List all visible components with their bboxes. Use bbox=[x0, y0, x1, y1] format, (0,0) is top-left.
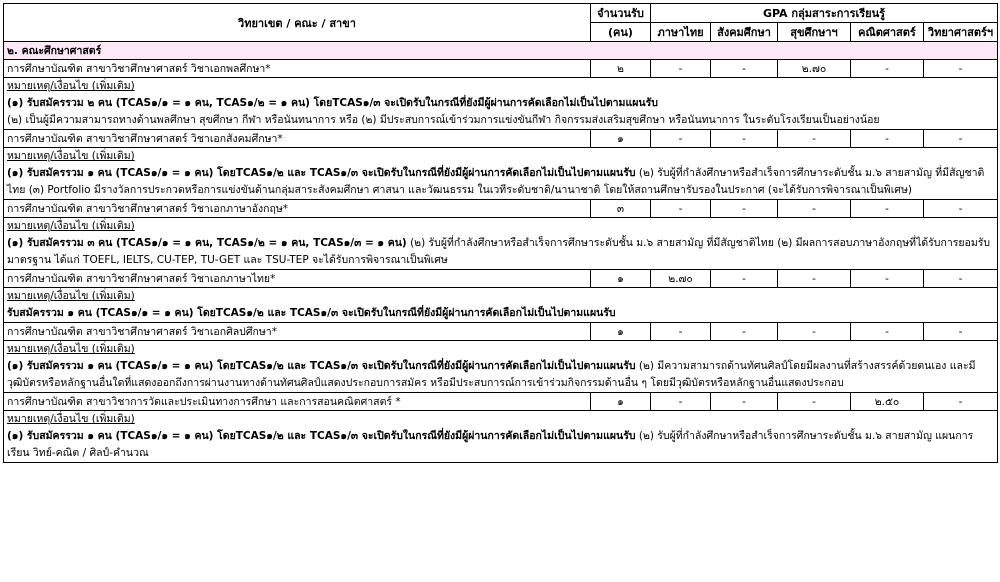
gpa-cell: - bbox=[650, 129, 711, 148]
seats-cell: ๑ bbox=[590, 392, 651, 411]
gpa-cell: - bbox=[850, 129, 924, 148]
seats-cell: ๓ bbox=[590, 199, 651, 218]
note-label: หมายเหตุ/เงื่อนไข (เพิ่มเติม) bbox=[7, 150, 135, 162]
note-row: หมายเหตุ/เงื่อนไข (เพิ่มเติม) (๑) รับสมั… bbox=[2, 340, 999, 393]
gpa-cell: - bbox=[777, 129, 851, 148]
gpa-cell: - bbox=[850, 59, 924, 78]
note-cell: หมายเหตุ/เงื่อนไข (เพิ่มเติม) รับสมัครรว… bbox=[2, 287, 999, 323]
gpa-cell: - bbox=[710, 129, 778, 148]
program-name: การศึกษาบัณฑิต สาขาวิชาศึกษาศาสตร์ วิชาเ… bbox=[3, 269, 591, 288]
note-cell: หมายเหตุ/เงื่อนไข (เพิ่มเติม) (๑) รับสมั… bbox=[2, 340, 999, 393]
note-bold-text: (๑) รับสมัครรวม ๑ คน (TCAS๑/๑ = ๑ คน) โด… bbox=[7, 430, 636, 442]
program-name: การศึกษาบัณฑิต สาขาวิชาศึกษาศาสตร์ วิชาเ… bbox=[3, 59, 591, 78]
note-row: หมายเหตุ/เงื่อนไข (เพิ่มเติม) รับสมัครรว… bbox=[2, 287, 999, 323]
program-header: วิทยาเขต / คณะ / สาขา bbox=[3, 3, 591, 42]
gpa-cell: - bbox=[777, 199, 851, 218]
program-name: การศึกษาบัณฑิต สาขาวิชาศึกษาศาสตร์ วิชาเ… bbox=[3, 199, 591, 218]
seats-cell: ๑ bbox=[590, 129, 651, 148]
note-row: หมายเหตุ/เงื่อนไข (เพิ่มเติม) (๑) รับสมั… bbox=[2, 217, 999, 270]
gpa-cell: - bbox=[650, 392, 711, 411]
gpa-cell: - bbox=[710, 59, 778, 78]
note-bold-text: (๑) รับสมัครรวม ๑ คน (TCAS๑/๑ = ๑ คน) โด… bbox=[7, 167, 636, 179]
gpa-cell: - bbox=[777, 269, 851, 288]
note-cell: หมายเหตุ/เงื่อนไข (เพิ่มเติม) (๑) รับสมั… bbox=[2, 410, 999, 463]
gpa-cell: ๒.๗๐ bbox=[650, 269, 711, 288]
gpa-cell: - bbox=[710, 269, 778, 288]
gpa-cell: - bbox=[710, 199, 778, 218]
gpa-cell: - bbox=[777, 322, 851, 341]
note-bold-text: (๑) รับสมัครรวม ๑ คน (TCAS๑/๑ = ๑ คน) โด… bbox=[7, 360, 636, 372]
gpa-cell: - bbox=[922, 269, 999, 288]
gpa-cell: - bbox=[777, 392, 851, 411]
seats-cell: ๒ bbox=[590, 59, 651, 78]
table-row: การศึกษาบัณฑิต สาขาวิชาศึกษาศาสตร์ วิชาเ… bbox=[3, 199, 999, 218]
table-row: การศึกษาบัณฑิต สาขาวิชาศึกษาศาสตร์ วิชาเ… bbox=[3, 59, 999, 78]
table-row: การศึกษาบัณฑิต สาขาวิชาการวัดและประเมินท… bbox=[3, 392, 999, 411]
seats-cell: ๑ bbox=[590, 269, 651, 288]
note-label: หมายเหตุ/เงื่อนไข (เพิ่มเติม) bbox=[7, 80, 135, 92]
gpa-cell: - bbox=[650, 59, 711, 78]
note-row: หมายเหตุ/เงื่อนไข (เพิ่มเติม) (๑) รับสมั… bbox=[2, 147, 999, 200]
gpa-cell: - bbox=[710, 322, 778, 341]
note-bold-text: (๑) รับสมัครรวม ๓ คน (TCAS๑/๑ = ๑ คน, TC… bbox=[7, 237, 407, 249]
note-text: (๒) เป็นผู้มีความสามารถทางด้านพลศึกษา สุ… bbox=[7, 114, 880, 126]
seats-cell: ๑ bbox=[590, 322, 651, 341]
subject-header-math: คณิตศาสตร์ bbox=[850, 22, 924, 42]
note-bold-text: รับสมัครรวม ๑ คน (TCAS๑/๑ = ๑ คน) โดยTCA… bbox=[7, 307, 616, 319]
note-row: หมายเหตุ/เงื่อนไข (เพิ่มเติม) (๑) รับสมั… bbox=[2, 77, 999, 130]
gpa-cell: - bbox=[850, 269, 924, 288]
gpa-cell: - bbox=[650, 322, 711, 341]
note-row: หมายเหตุ/เงื่อนไข (เพิ่มเติม) (๑) รับสมั… bbox=[2, 410, 999, 463]
seats-header: จำนวนรับ bbox=[590, 3, 651, 23]
note-label: หมายเหตุ/เงื่อนไข (เพิ่มเติม) bbox=[7, 220, 135, 232]
note-cell: หมายเหตุ/เงื่อนไข (เพิ่มเติม) (๑) รับสมั… bbox=[2, 147, 999, 200]
subject-header-science: วิทยาศาสตร์ฯ bbox=[922, 22, 999, 42]
admission-table: วิทยาเขต / คณะ / สาขา จำนวนรับ GPA กลุ่ม… bbox=[2, 3, 999, 463]
gpa-cell: - bbox=[922, 59, 999, 78]
table-row: การศึกษาบัณฑิต สาขาวิชาศึกษาศาสตร์ วิชาเ… bbox=[3, 322, 999, 341]
subject-header-thai: ภาษาไทย bbox=[650, 22, 711, 42]
table-row: การศึกษาบัณฑิต สาขาวิชาศึกษาศาสตร์ วิชาเ… bbox=[3, 129, 999, 148]
note-cell: หมายเหตุ/เงื่อนไข (เพิ่มเติม) (๑) รับสมั… bbox=[2, 217, 999, 270]
note-label: หมายเหตุ/เงื่อนไข (เพิ่มเติม) bbox=[7, 290, 135, 302]
gpa-cell: - bbox=[922, 322, 999, 341]
program-name: การศึกษาบัณฑิต สาขาวิชาศึกษาศาสตร์ วิชาเ… bbox=[3, 129, 591, 148]
table-row: การศึกษาบัณฑิต สาขาวิชาศึกษาศาสตร์ วิชาเ… bbox=[3, 269, 999, 288]
subject-header-health: สุขศึกษาฯ bbox=[777, 22, 851, 42]
program-name: การศึกษาบัณฑิต สาขาวิชาศึกษาศาสตร์ วิชาเ… bbox=[3, 322, 591, 341]
gpa-group-header: GPA กลุ่มสาระการเรียนรู้ bbox=[649, 3, 999, 23]
gpa-cell: - bbox=[650, 199, 711, 218]
gpa-cell: - bbox=[922, 129, 999, 148]
gpa-cell: - bbox=[922, 199, 999, 218]
note-label: หมายเหตุ/เงื่อนไข (เพิ่มเติม) bbox=[7, 413, 135, 425]
gpa-cell: ๒.๗๐ bbox=[777, 59, 851, 78]
subject-header-social: สังคมศึกษา bbox=[710, 22, 778, 42]
note-label: หมายเหตุ/เงื่อนไข (เพิ่มเติม) bbox=[7, 343, 135, 355]
gpa-cell: - bbox=[710, 392, 778, 411]
faculty-row: ๒. คณะศึกษาศาสตร์ bbox=[2, 41, 999, 60]
gpa-cell: - bbox=[850, 322, 924, 341]
program-name: การศึกษาบัณฑิต สาขาวิชาการวัดและประเมินท… bbox=[3, 392, 591, 411]
seats-unit-header: (คน) bbox=[590, 22, 651, 42]
gpa-cell: ๒.๕๐ bbox=[850, 392, 924, 411]
note-bold-text: (๑) รับสมัครรวม ๒ คน (TCAS๑/๑ = ๑ คน, TC… bbox=[7, 97, 658, 109]
gpa-cell: - bbox=[850, 199, 924, 218]
gpa-cell: - bbox=[922, 392, 999, 411]
note-cell: หมายเหตุ/เงื่อนไข (เพิ่มเติม) (๑) รับสมั… bbox=[2, 77, 999, 130]
